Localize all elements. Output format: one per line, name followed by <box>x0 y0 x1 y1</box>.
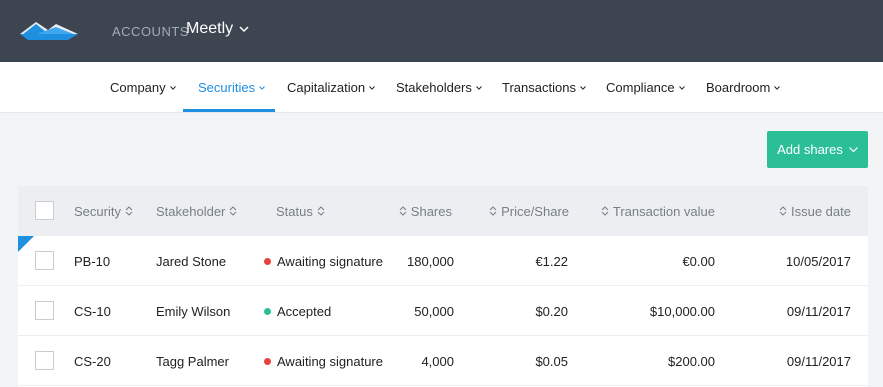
column-header-shares[interactable]: Shares <box>388 186 452 236</box>
value-cell: $10,000.00 <box>649 303 715 319</box>
security-cell: CS-10 <box>74 303 111 319</box>
row-checkbox[interactable] <box>35 251 54 270</box>
nav-item-boardroom[interactable]: Boardroom <box>706 62 781 113</box>
main-nav: Company Securities Capitalization Stakeh… <box>0 62 883 113</box>
stakeholder-cell: Tagg Palmer <box>156 353 229 369</box>
date-cell: 10/05/2017 <box>785 253 851 269</box>
add-shares-button[interactable]: Add shares <box>767 131 868 168</box>
column-header-price-share[interactable]: Price/Share <box>478 186 569 236</box>
sort-icon <box>399 206 407 216</box>
top-bar: ACCOUNTS Meetly <box>0 0 883 62</box>
accounts-label: ACCOUNTS <box>112 24 189 39</box>
price-cell: $0.05 <box>535 353 568 369</box>
add-shares-label: Add shares <box>777 142 843 157</box>
stakeholder-cell: Jared Stone <box>156 253 227 269</box>
chevron-down-icon <box>169 85 176 90</box>
sort-icon <box>317 206 325 216</box>
column-label: Transaction value <box>612 203 715 219</box>
row-marker <box>18 236 34 252</box>
table-row[interactable]: CS-20 Tagg Palmer Awaiting signature 4,0… <box>18 336 868 386</box>
date-cell: 09/11/2017 <box>786 303 851 319</box>
shares-cell: 50,000 <box>414 303 454 319</box>
column-label: Price/Share <box>501 203 569 219</box>
column-label: Shares <box>410 203 452 219</box>
nav-item-capitalization[interactable]: Capitalization <box>287 62 375 113</box>
column-label: Stakeholder <box>156 203 226 219</box>
chevron-down-icon <box>476 85 482 90</box>
chevron-down-icon <box>239 26 249 32</box>
column-header-transaction-value[interactable]: Transaction value <box>588 186 715 236</box>
column-header-status[interactable]: Status <box>276 186 329 236</box>
status-cell: Awaiting signature <box>264 236 383 286</box>
nav-item-compliance[interactable]: Compliance <box>606 62 685 113</box>
chevron-down-icon <box>848 147 858 152</box>
account-switcher[interactable]: Meetly <box>186 20 249 38</box>
sort-icon <box>230 206 237 216</box>
logo-icon[interactable] <box>20 18 78 40</box>
status-dot-icon <box>264 257 271 265</box>
value-cell: €0.00 <box>682 253 715 269</box>
stakeholder-cell: Emily Wilson <box>156 303 231 319</box>
status-text: Awaiting signature <box>277 253 383 269</box>
status-cell: Awaiting signature <box>264 336 383 386</box>
chevron-down-icon <box>369 85 375 90</box>
chevron-down-icon <box>678 85 685 90</box>
nav-item-transactions[interactable]: Transactions <box>502 62 586 113</box>
table-header: Security Stakeholder Status Shares Price… <box>18 186 868 236</box>
column-header-stakeholder[interactable]: Stakeholder <box>156 186 241 236</box>
chevron-down-icon <box>259 85 265 90</box>
security-cell: PB-10 <box>74 253 111 269</box>
nav-item-label: Boardroom <box>706 80 771 95</box>
nav-item-label: Transactions <box>502 80 576 95</box>
nav-item-securities[interactable]: Securities <box>198 62 265 113</box>
nav-item-label: Compliance <box>606 80 675 95</box>
sort-icon <box>601 206 609 216</box>
securities-table: Security Stakeholder Status Shares Price… <box>18 186 868 387</box>
column-header-issue-date[interactable]: Issue date <box>758 186 851 236</box>
account-name: Meetly <box>186 20 234 37</box>
status-dot-icon <box>264 357 271 365</box>
shares-cell: 180,000 <box>407 253 454 269</box>
status-dot-icon <box>264 307 271 315</box>
row-checkbox[interactable] <box>35 351 54 370</box>
status-cell: Accepted <box>264 286 331 336</box>
column-label: Status <box>276 203 313 219</box>
status-text: Accepted <box>277 303 332 319</box>
table-row[interactable]: CS-10 Emily Wilson Accepted 50,000 $0.20… <box>18 286 868 336</box>
nav-item-label: Securities <box>198 80 256 95</box>
price-cell: €1.22 <box>535 253 568 269</box>
value-cell: $200.00 <box>668 353 715 369</box>
table-row[interactable]: PB-10 Jared Stone Awaiting signature 180… <box>18 236 868 286</box>
nav-item-label: Company <box>110 80 166 95</box>
select-all-checkbox[interactable] <box>35 201 54 220</box>
column-header-security[interactable]: Security <box>74 186 137 236</box>
status-text: Awaiting signature <box>277 353 383 369</box>
date-cell: 09/11/2017 <box>786 353 851 369</box>
row-checkbox[interactable] <box>35 301 54 320</box>
nav-item-company[interactable]: Company <box>110 62 176 113</box>
column-label: Security <box>74 203 121 219</box>
column-label: Issue date <box>791 203 851 219</box>
sort-icon <box>779 206 787 216</box>
shares-cell: 4,000 <box>421 353 454 369</box>
chevron-down-icon <box>580 85 586 90</box>
chevron-down-icon <box>774 85 781 90</box>
security-cell: CS-20 <box>74 353 111 369</box>
price-cell: $0.20 <box>535 303 568 319</box>
active-tab-indicator <box>183 109 275 112</box>
nav-item-label: Capitalization <box>287 80 366 95</box>
nav-item-label: Stakeholders <box>396 80 472 95</box>
nav-item-stakeholders[interactable]: Stakeholders <box>396 62 482 113</box>
sort-icon <box>125 206 133 216</box>
sort-icon <box>489 206 497 216</box>
